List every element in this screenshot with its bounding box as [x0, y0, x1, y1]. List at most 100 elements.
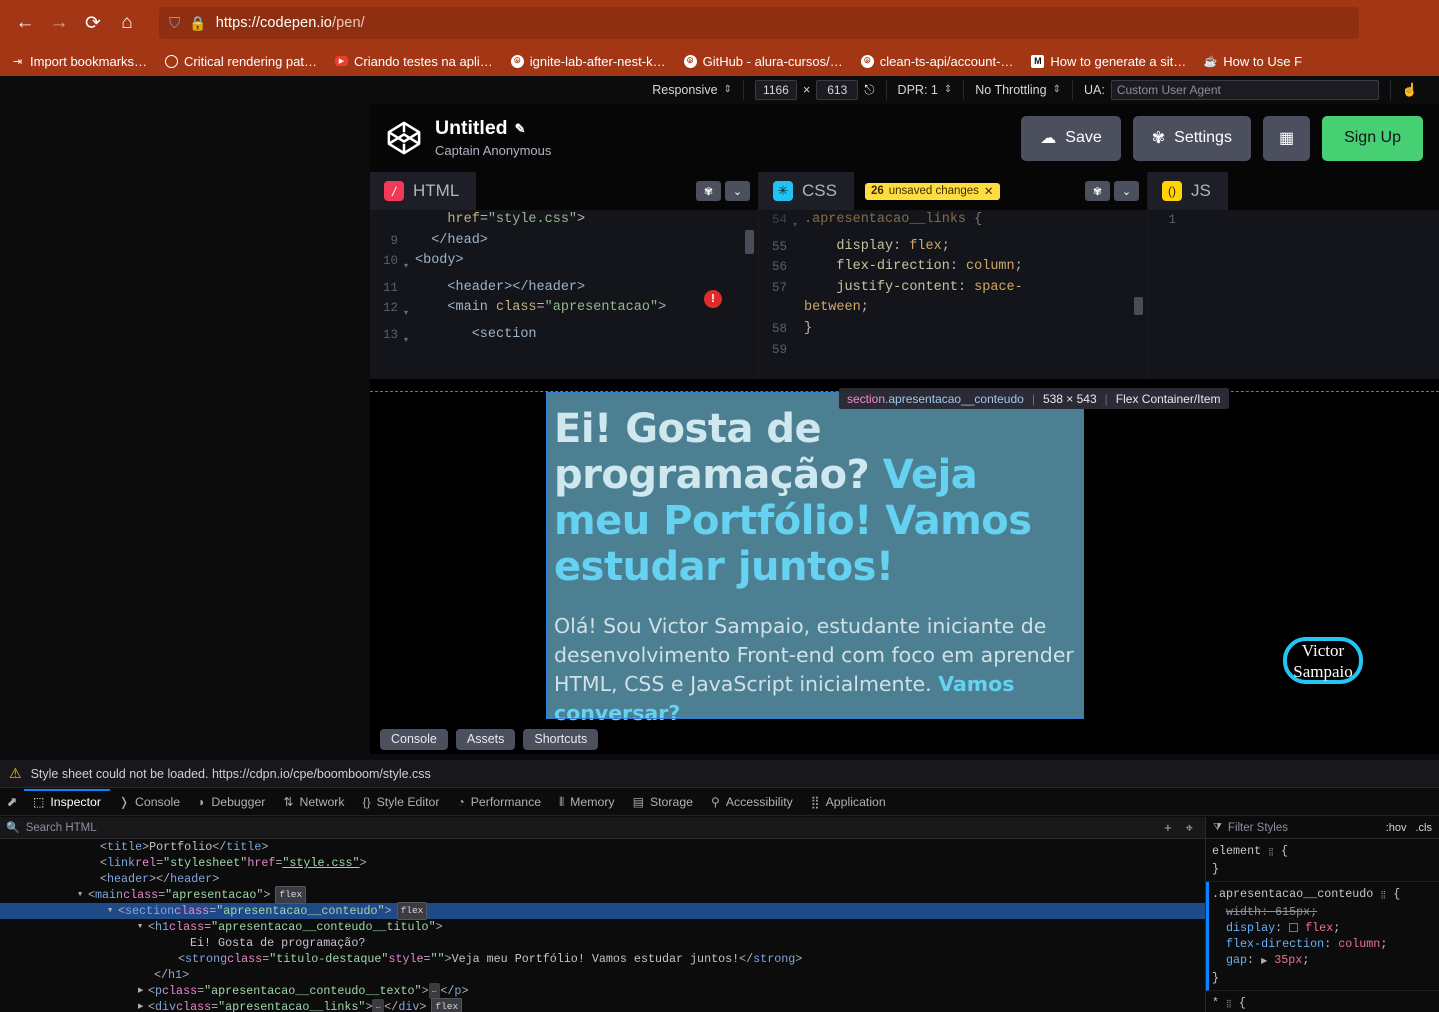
twisty-icon[interactable]: ▼	[108, 903, 118, 919]
dom-node[interactable]: ▶ < p class = "apresentacao__conteudo__texto…	[0, 983, 1205, 999]
tab-memory[interactable]: ⫴ Memory	[550, 789, 623, 815]
bookmark-item[interactable]: ⌾ clean-ts-api/account-…	[852, 48, 1023, 74]
tab-application[interactable]: ⣿ Application	[802, 789, 895, 815]
tab-style-editor[interactable]: {} Style Editor	[354, 789, 449, 815]
shortcuts-button[interactable]: Shortcuts	[523, 728, 599, 750]
twisty-icon[interactable]: ▼	[78, 887, 88, 903]
eyedropper-icon[interactable]: ⌖	[1186, 820, 1193, 836]
bookmark-item[interactable]: M How to generate a sit…	[1022, 48, 1195, 74]
dom-node[interactable]: ▼ < section class = "apresentacao__conteudo"…	[0, 902, 1205, 920]
viewport-height-input[interactable]: 613	[816, 79, 859, 100]
tab-storage[interactable]: ▤ Storage	[624, 789, 702, 815]
html-error-marker[interactable]: !	[704, 290, 722, 308]
style-rule-element[interactable]: element ⣿ { }	[1206, 839, 1439, 882]
declaration-flex-direction[interactable]: flex-direction: column;	[1212, 936, 1439, 952]
reload-button[interactable]: ⟳	[76, 6, 110, 40]
bookmark-item[interactable]: ⌾ GitHub - alura-cursos/…	[675, 48, 852, 74]
html-chevron-down-icon[interactable]: ⌄	[725, 181, 750, 201]
home-button[interactable]: ⌂	[110, 6, 144, 40]
dom-node[interactable]: < strong class = "titulo-destaque" style = ""…	[0, 951, 1205, 967]
twisty-icon[interactable]: ▼	[138, 919, 148, 935]
hov-toggle[interactable]: :hov	[1386, 822, 1407, 834]
tab-inspector[interactable]: ⬚ Inspector	[24, 789, 110, 815]
dom-node[interactable]: < header ></header >	[0, 871, 1205, 887]
add-node-icon[interactable]: +	[1164, 820, 1172, 836]
rule-selector[interactable]: *	[1212, 996, 1219, 1010]
codepen-actions: ☁ Save ✾ Settings ▦ Sign Up	[1021, 115, 1423, 161]
bookmark-item[interactable]: ⌾ ignite-lab-after-nest-k…	[502, 48, 675, 74]
settings-button[interactable]: ✾ Settings	[1132, 115, 1251, 161]
device-selector[interactable]: Responsive ⇕	[641, 79, 744, 100]
viewport-width-input[interactable]: 1166	[754, 79, 797, 100]
dpr-selector[interactable]: DPR: 1 ⇕	[887, 79, 965, 100]
rule-selector[interactable]: .apresentacao__conteudo	[1212, 887, 1373, 901]
tab-performance[interactable]: ◔ Performance	[448, 789, 550, 815]
html-scrollbar-thumb[interactable]	[745, 230, 754, 254]
tab-js[interactable]: () JS	[1148, 172, 1228, 210]
rotate-icon[interactable]: ⎋	[864, 82, 874, 98]
style-rule-universal[interactable]: * ⣿ { margin: ▶ 0;	[1206, 991, 1439, 1012]
html-code-area[interactable]: href="style.css"> 9 </head> 10 ▾ <body> 11…	[370, 210, 758, 379]
declaration-display[interactable]: display: flex;	[1212, 920, 1439, 936]
assets-button[interactable]: Assets	[455, 728, 516, 750]
sign-up-button[interactable]: Sign Up	[1322, 115, 1423, 161]
highlighted-section[interactable]: Ei! Gosta de programação? Veja meu Portf…	[546, 392, 1084, 725]
dom-node[interactable]: </h1 >	[0, 967, 1205, 983]
css-settings-gear-icon[interactable]: ✾	[1085, 181, 1110, 201]
twisty-icon[interactable]: ▶	[138, 999, 148, 1012]
tab-debugger[interactable]: ◗ Debugger	[189, 789, 274, 815]
css-code-area[interactable]: 54 ▾ .apresentacao__links { 55 display: fl…	[759, 210, 1147, 379]
css-chevron-down-icon[interactable]: ⌄	[1114, 181, 1139, 201]
throttling-selector[interactable]: No Throttling ⇕	[964, 79, 1073, 100]
decl-value[interactable]: flex	[1305, 921, 1333, 935]
edit-pencil-icon[interactable]: ✎	[515, 121, 526, 136]
dom-node[interactable]: ▼ < h1 class = "apresentacao__conteudo__titu…	[0, 919, 1205, 935]
lock-icon[interactable]: 🔒	[189, 15, 206, 32]
declaration-width[interactable]: width: 615px;	[1212, 904, 1439, 920]
dom-node[interactable]: ▶ < div class = "apresentacao__links" >… </div…	[0, 998, 1205, 1012]
flex-badge-icon[interactable]	[1289, 923, 1299, 932]
dom-node[interactable]: < title > Portfolio </title >	[0, 839, 1205, 855]
dom-search-bar[interactable]: 🔍 Search HTML + ⌖	[0, 817, 1205, 839]
bookmark-item[interactable]: ▶ Criando testes na apli…	[326, 48, 502, 74]
tab-html[interactable]: / HTML	[370, 172, 477, 210]
search-input[interactable]: Search HTML	[26, 822, 97, 834]
style-rule-apresentacao-conteudo[interactable]: .apresentacao__conteudo ⣿ { width: 615px…	[1206, 882, 1439, 991]
html-settings-gear-icon[interactable]: ✾	[696, 181, 721, 201]
close-icon[interactable]: ✕	[984, 184, 994, 198]
address-bar[interactable]: ⛉ 🔒 https://codepen.io/pen/	[159, 7, 1359, 39]
dom-node[interactable]: ▼ < main class = "apresentacao" > flex	[0, 886, 1205, 904]
forward-button[interactable]: →	[42, 6, 76, 40]
save-button[interactable]: ☁ Save	[1021, 115, 1121, 161]
dom-node[interactable]: < link rel = "stylesheet" href = "style.css" >	[0, 855, 1205, 871]
layout-button[interactable]: ▦	[1262, 115, 1311, 161]
decl-value[interactable]: 615px	[1275, 905, 1310, 919]
twisty-icon[interactable]: ▶	[138, 983, 148, 999]
filter-styles-input[interactable]: Filter Styles	[1228, 822, 1288, 834]
css-scrollbar-thumb[interactable]	[1134, 297, 1143, 315]
victor-sampaio-badge[interactable]: Victor Sampaio	[1283, 637, 1363, 684]
tab-css[interactable]: ✳ CSS	[759, 172, 854, 210]
unsaved-changes-badge[interactable]: 26 unsaved changes ✕	[864, 182, 1000, 200]
expand-triangle-icon[interactable]: ▶	[1261, 957, 1267, 966]
dom-tree[interactable]: < title > Portfolio </title > < link rel = "style…	[0, 839, 1205, 1012]
tab-console[interactable]: ❭ Console	[110, 789, 189, 815]
bookmark-item[interactable]: Critical rendering pat…	[156, 48, 326, 74]
tab-network[interactable]: ⇅ Network	[274, 789, 353, 815]
cls-toggle[interactable]: .cls	[1416, 822, 1433, 834]
tab-accessibility[interactable]: ⚲ Accessibility	[702, 789, 802, 815]
bookmark-item[interactable]: ⇥ Import bookmarks…	[2, 48, 156, 74]
declaration-gap[interactable]: gap: ▶ 35px;	[1212, 952, 1439, 970]
user-agent-input[interactable]: Custom User Agent	[1110, 79, 1379, 100]
console-button[interactable]: Console	[380, 728, 448, 750]
dom-node[interactable]: Ei! Gosta de programação?	[0, 935, 1205, 951]
bookmark-item[interactable]: ☕ How to Use F	[1195, 48, 1311, 74]
element-picker-icon[interactable]: ⬈	[0, 794, 24, 810]
decl-value[interactable]: column	[1338, 937, 1380, 951]
shield-icon[interactable]: ⛉	[169, 15, 180, 32]
rule-selector[interactable]: element	[1212, 844, 1261, 858]
touch-simulation-button[interactable]: ☝	[1391, 80, 1429, 100]
decl-value[interactable]: 35px	[1274, 953, 1302, 967]
back-button[interactable]: ←	[8, 6, 42, 40]
js-code-area[interactable]: 1	[1148, 210, 1439, 379]
